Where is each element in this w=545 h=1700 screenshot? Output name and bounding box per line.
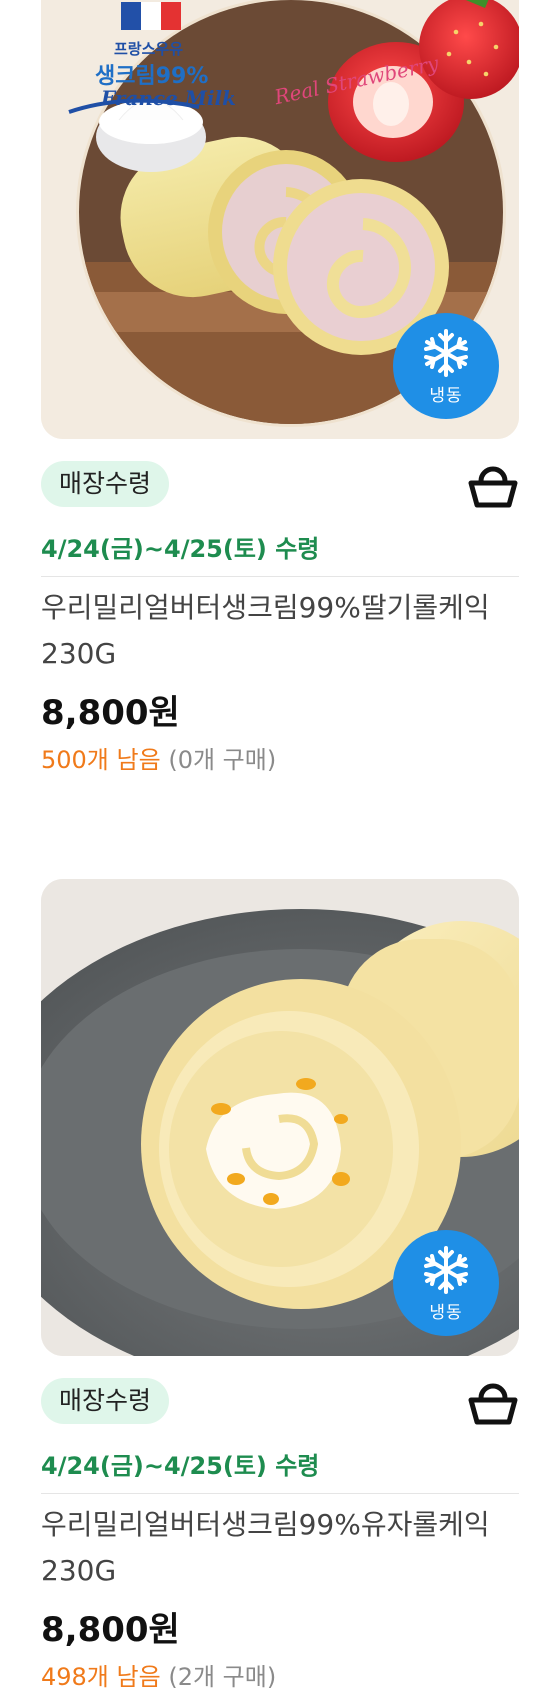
add-to-cart-button[interactable]: [467, 1378, 519, 1430]
product-title[interactable]: 우리밀리얼버터생크림99%딸기롤케익230G: [41, 585, 519, 677]
stock-remaining: 498개 남음: [41, 1663, 161, 1691]
pickup-date: 4/24(금)~4/25(토) 수령: [41, 1446, 519, 1494]
pickup-badge: 매장수령: [41, 1378, 170, 1425]
add-to-cart-button[interactable]: [467, 461, 519, 513]
product-price: 8,800원: [41, 693, 180, 733]
frozen-label: 냉동: [429, 1302, 463, 1323]
stock-info: 500개 남음 (0개 구매): [41, 740, 519, 775]
product-card[interactable]: 냉동 매장수령 4/24(금)~4/25(토) 수령 우리밀리얼버터생크림99%…: [41, 879, 519, 1692]
info-row: 매장수령: [41, 1356, 519, 1434]
product-image[interactable]: 냉동: [41, 879, 519, 1356]
shopping-basket-icon: [468, 1383, 518, 1425]
frozen-badge: 냉동: [393, 1230, 499, 1336]
stock-remaining: 500개 남음: [41, 746, 161, 774]
purchase-count: (2개 구매): [168, 1663, 277, 1691]
image-text-flag-line: 프랑스우유: [114, 40, 184, 58]
stock-info: 498개 남음 (2개 구매): [41, 1657, 519, 1692]
product-price: 8,800원: [41, 1610, 180, 1650]
snowflake-icon: [424, 328, 468, 377]
pickup-date: 4/24(금)~4/25(토) 수령: [41, 529, 519, 577]
product-title[interactable]: 우리밀리얼버터생크림99%유자롤케익230G: [41, 1502, 519, 1594]
snowflake-icon: [424, 1245, 468, 1294]
info-row: 매장수령: [41, 439, 519, 517]
pickup-badge: 매장수령: [41, 461, 170, 508]
shopping-basket-icon: [468, 466, 518, 508]
frozen-badge: 냉동: [393, 313, 499, 419]
frozen-label: 냉동: [429, 385, 463, 406]
product-card[interactable]: 프랑스우유 생크림99% France Milk Real Strawberry…: [41, 0, 519, 775]
product-image[interactable]: 프랑스우유 생크림99% France Milk Real Strawberry…: [41, 0, 519, 439]
image-text-france-milk: France Milk: [101, 86, 236, 110]
purchase-count: (0개 구매): [168, 746, 277, 774]
